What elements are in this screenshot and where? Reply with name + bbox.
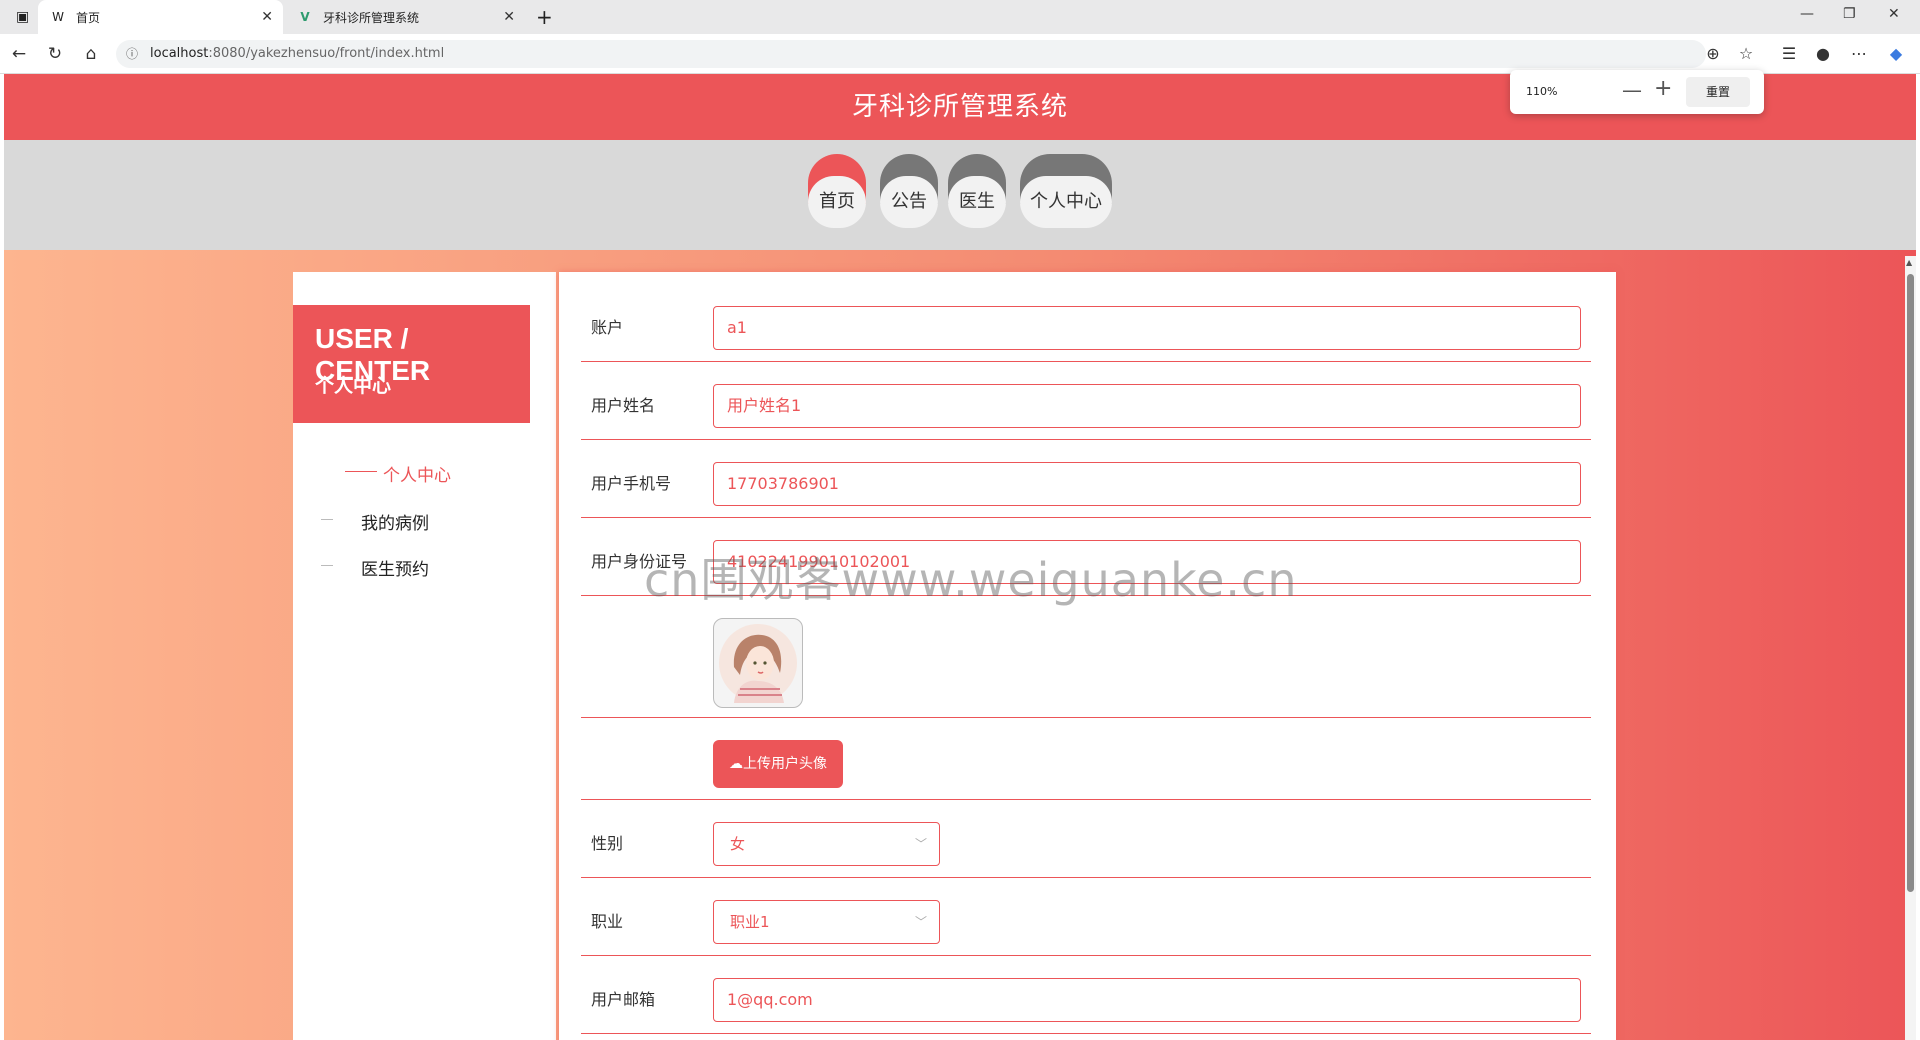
sidebar-item-label: 个人中心 xyxy=(383,466,451,486)
tab-title: 牙科诊所管理系统 xyxy=(323,10,420,25)
sidebar-item-label: 医生预约 xyxy=(361,560,429,580)
window-close-icon[interactable]: ✕ xyxy=(1888,6,1900,22)
chevron-down-icon: ﹀ xyxy=(914,837,927,851)
form-row-account: 账户 a1 xyxy=(581,272,1591,362)
tab-dental-system[interactable]: V 牙科诊所管理系统 ✕ xyxy=(285,0,525,34)
restore-icon[interactable]: ❐ xyxy=(1843,6,1856,22)
close-icon[interactable]: ✕ xyxy=(503,9,515,25)
sidebar-item-doctor-booking[interactable]: 医生预约 xyxy=(293,551,556,581)
scroll-up-icon[interactable]: ▲ xyxy=(1906,258,1912,267)
minimize-icon[interactable]: — xyxy=(1800,6,1814,22)
cloud-upload-icon: ☁ xyxy=(729,756,743,772)
name-label: 用户姓名 xyxy=(591,396,656,415)
form-row-gender: 性别 女 ﹀ xyxy=(581,800,1591,878)
site-info-icon[interactable]: ⓘ xyxy=(126,40,138,68)
name-input[interactable]: 用户姓名1 xyxy=(713,384,1581,428)
url-input[interactable]: ⓘ localhost:8080/yakezhensuo/front/index… xyxy=(116,40,1706,68)
profile-form: 账户 a1 用户姓名 用户姓名1 用户手机号 17703786901 用户身份证… xyxy=(559,272,1616,1040)
nav-label: 公告 xyxy=(880,176,938,228)
phone-label: 用户手机号 xyxy=(591,474,672,493)
dash-icon xyxy=(345,471,377,472)
browser-addressbar: ← ↻ ⌂ ⓘ localhost:8080/yakezhensuo/front… xyxy=(0,34,1920,74)
tab-favicon: V xyxy=(300,10,310,24)
account-label: 账户 xyxy=(591,318,624,337)
email-label: 用户邮箱 xyxy=(591,990,656,1009)
zoom-level: 110% xyxy=(1526,85,1558,98)
close-icon[interactable]: ✕ xyxy=(261,9,273,25)
page-scrollbar[interactable]: ▲ xyxy=(1905,256,1916,1040)
avatar-portrait-icon xyxy=(719,624,797,703)
zoom-out-icon[interactable]: — xyxy=(1622,78,1642,102)
form-row-avatar xyxy=(581,596,1591,718)
favorite-star-icon[interactable]: ☆ xyxy=(1735,43,1757,65)
back-icon[interactable]: ← xyxy=(8,43,30,65)
sidebar-item-label: 我的病例 xyxy=(361,514,429,534)
sidebar-item-my-cases[interactable]: 我的病例 xyxy=(293,505,556,535)
tab-actions-icon[interactable]: ▣ xyxy=(8,0,38,34)
form-row-upload: ☁上传用户头像 xyxy=(581,718,1591,800)
web-page: 牙科诊所管理系统 首页 公告 医生 个人中心 USER / CENTER 个人中… xyxy=(4,74,1916,1040)
zoom-icon[interactable]: ⊕ xyxy=(1702,43,1724,65)
gender-select[interactable]: 女 ﹀ xyxy=(713,822,940,866)
nav-label: 个人中心 xyxy=(1020,176,1112,228)
user-avatar xyxy=(713,618,803,708)
new-tab-button[interactable]: + xyxy=(530,0,560,34)
job-value: 职业1 xyxy=(730,913,770,931)
upload-avatar-button[interactable]: ☁上传用户头像 xyxy=(713,740,843,788)
site-title: 牙科诊所管理系统 xyxy=(851,92,1068,122)
nav-label: 医生 xyxy=(948,176,1006,228)
form-row-name: 用户姓名 用户姓名1 xyxy=(581,362,1591,440)
sidebar-item-user-center[interactable]: 个人中心 xyxy=(293,457,556,487)
browser-tabbar: ▣ W 首页 ✕ V 牙科诊所管理系统 ✕ + — ❐ ✕ xyxy=(0,0,1920,34)
more-icon[interactable]: ⋯ xyxy=(1848,43,1870,65)
profile-avatar-icon[interactable]: ● xyxy=(1812,43,1834,65)
dash-icon xyxy=(321,565,333,566)
url-host: localhost xyxy=(150,46,209,61)
zoom-popup: 110% — + 重置 xyxy=(1510,70,1764,114)
favorites-list-icon[interactable]: ☰ xyxy=(1778,43,1800,65)
nav-label: 首页 xyxy=(808,176,866,228)
tab-title: 首页 xyxy=(76,10,101,25)
job-select[interactable]: 职业1 ﹀ xyxy=(713,900,940,944)
zoom-in-icon[interactable]: + xyxy=(1654,76,1672,101)
home-icon[interactable]: ⌂ xyxy=(80,43,102,65)
form-row-email: 用户邮箱 1@qq.com xyxy=(581,956,1591,1034)
url-path: :8080/yakezhensuo/front/index.html xyxy=(208,46,445,61)
nav-item-user-center[interactable]: 个人中心 xyxy=(1020,154,1112,234)
refresh-icon[interactable]: ↻ xyxy=(44,43,66,65)
gender-label: 性别 xyxy=(591,834,624,853)
nav-item-home[interactable]: 首页 xyxy=(808,154,866,234)
sidebar-header: USER / CENTER 个人中心 xyxy=(293,305,530,423)
job-label: 职业 xyxy=(591,912,624,931)
sidebar-title-cn: 个人中心 xyxy=(315,375,392,397)
email-input[interactable]: 1@qq.com xyxy=(713,978,1581,1022)
nav-item-notice[interactable]: 公告 xyxy=(880,154,938,234)
zoom-reset-button[interactable]: 重置 xyxy=(1686,77,1750,107)
account-input[interactable]: a1 xyxy=(713,306,1581,350)
tab-favicon: W xyxy=(52,10,64,24)
nav-item-doctor[interactable]: 医生 xyxy=(948,154,1006,234)
tab-home[interactable]: W 首页 ✕ xyxy=(38,0,283,34)
gender-value: 女 xyxy=(730,835,746,853)
scrollbar-thumb[interactable] xyxy=(1907,274,1914,892)
copilot-icon[interactable]: ◆ xyxy=(1885,43,1907,65)
watermark-text: cn围观客www.weiguanke.cn xyxy=(644,553,1298,607)
sidebar: USER / CENTER 个人中心 个人中心 我的病例 医生预约 xyxy=(293,272,556,1040)
dash-icon xyxy=(321,519,333,520)
form-row-job: 职业 职业1 ﹀ xyxy=(581,878,1591,956)
upload-label: 上传用户头像 xyxy=(743,756,827,772)
chevron-down-icon: ﹀ xyxy=(914,915,927,929)
form-row-phone: 用户手机号 17703786901 xyxy=(581,440,1591,518)
phone-input[interactable]: 17703786901 xyxy=(713,462,1581,506)
content-area: USER / CENTER 个人中心 个人中心 我的病例 医生预约 账户 a1 … xyxy=(4,250,1916,1040)
main-nav: 首页 公告 医生 个人中心 xyxy=(4,140,1916,250)
